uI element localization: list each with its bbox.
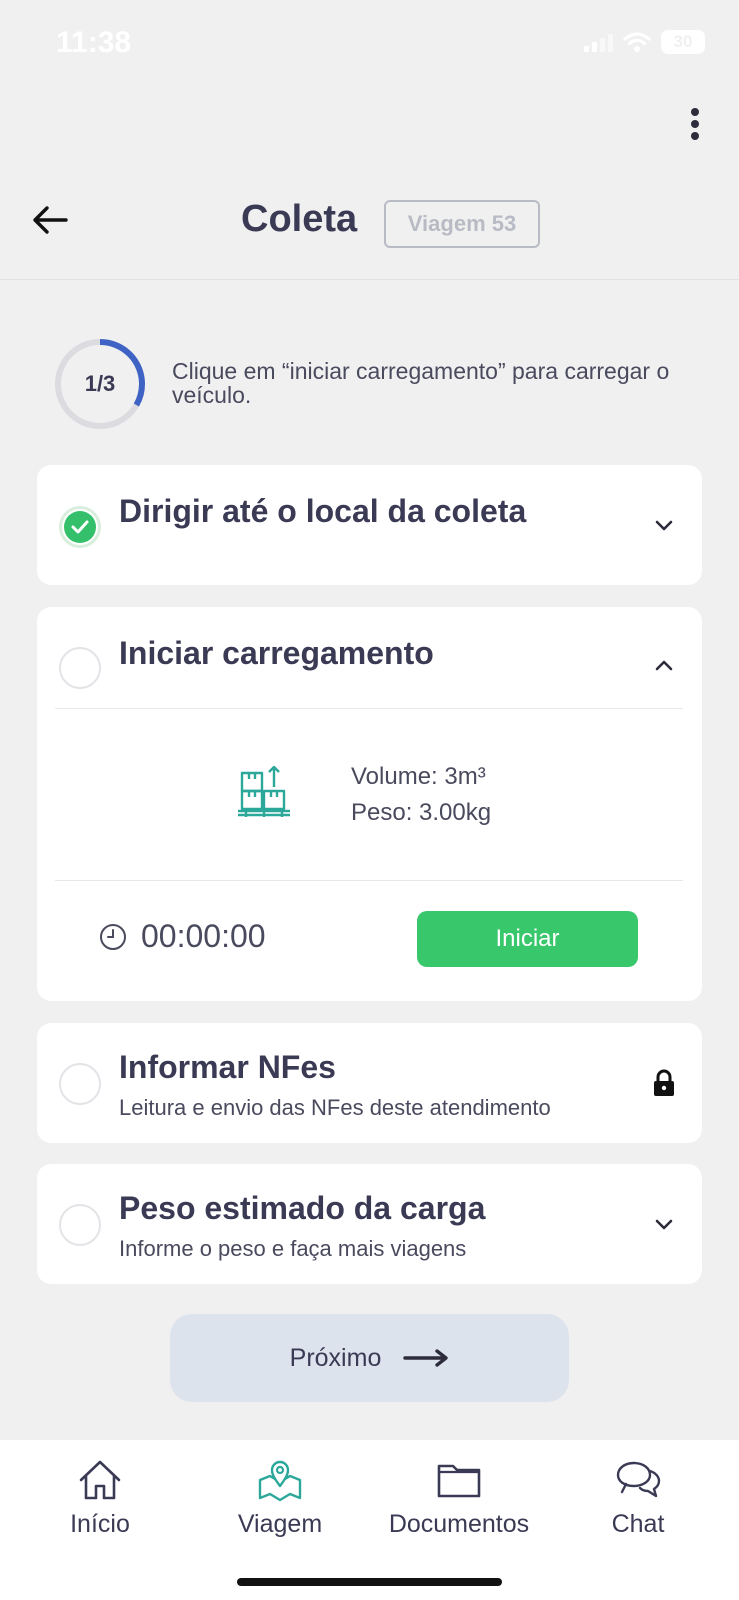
battery-icon: 30 xyxy=(661,30,705,54)
screen: 11:38 30 Coleta Viagem 53 1/3 Clique em xyxy=(0,0,739,1600)
home-indicator xyxy=(237,1578,502,1586)
next-button[interactable]: Próximo xyxy=(170,1314,569,1402)
step-card-weight[interactable]: Peso estimado da carga Informe o peso e … xyxy=(37,1164,702,1284)
divider xyxy=(55,880,683,881)
start-button[interactable]: Iniciar xyxy=(417,911,638,967)
status-icons: 30 xyxy=(584,30,705,54)
step-card-nfes[interactable]: Informar NFes Leitura e envio das NFes d… xyxy=(37,1023,702,1143)
nav-inicio[interactable]: Início xyxy=(10,1456,190,1556)
chat-icon xyxy=(616,1461,661,1498)
nav-chat[interactable]: Chat xyxy=(548,1456,728,1556)
back-button[interactable] xyxy=(30,200,70,240)
nav-documentos[interactable]: Documentos xyxy=(369,1456,549,1556)
header: Coleta Viagem 53 xyxy=(0,180,739,280)
timer-text: 00:00:00 xyxy=(141,918,266,954)
arrow-left-icon xyxy=(33,206,68,234)
nav-label: Documentos xyxy=(388,1510,530,1538)
wifi-icon xyxy=(623,32,651,52)
weight-text: Peso: 3.00kg xyxy=(351,799,492,826)
nav-label: Início xyxy=(70,1510,130,1538)
map-pin-icon xyxy=(258,1460,302,1502)
more-options-button[interactable] xyxy=(685,108,705,140)
clock-icon xyxy=(100,924,126,950)
divider xyxy=(55,708,683,709)
page-title: Coleta xyxy=(241,198,358,240)
chevron-down-icon[interactable] xyxy=(654,1214,674,1234)
folder-icon xyxy=(437,1464,481,1498)
home-icon xyxy=(79,1460,121,1500)
step-title: Informar NFes xyxy=(119,1049,336,1085)
status-time: 11:38 xyxy=(56,26,132,59)
step-check xyxy=(59,1204,101,1246)
arrow-right-icon xyxy=(403,1349,449,1367)
step-subtitle: Leitura e envio das NFes deste atendimen… xyxy=(119,1095,551,1120)
volume-text: Volume: 3m³ xyxy=(351,763,486,790)
trip-badge: Viagem 53 xyxy=(384,200,540,248)
step-card-loading: Iniciar carregamento Volume: 3m³ Peso: 3… xyxy=(37,607,702,1001)
bottom-navigation: Início Viagem Documentos Chat xyxy=(0,1440,739,1600)
step-title: Dirigir até o local da coleta xyxy=(119,493,527,529)
chevron-up-icon[interactable] xyxy=(654,655,674,675)
lock-icon xyxy=(654,1069,674,1096)
step-card-drive[interactable]: Dirigir até o local da coleta xyxy=(37,465,702,585)
step-title: Iniciar carregamento xyxy=(119,635,434,671)
step-check xyxy=(59,1063,101,1105)
step-completed-check xyxy=(59,506,101,548)
progress-label: 1/3 xyxy=(84,371,116,396)
progress-ring: 1/3 xyxy=(54,338,146,430)
step-title: Peso estimado da carga xyxy=(119,1190,486,1226)
chevron-down-icon[interactable] xyxy=(654,515,674,535)
nav-viagem[interactable]: Viagem xyxy=(190,1456,370,1556)
nav-label: Chat xyxy=(611,1510,665,1538)
nav-label: Viagem xyxy=(237,1510,323,1538)
step-check xyxy=(59,647,101,689)
step-subtitle: Informe o peso e faça mais viagens xyxy=(119,1236,467,1261)
check-icon xyxy=(71,520,89,534)
instruction-text: Clique em “iniciar carregamento” para ca… xyxy=(172,358,670,408)
next-button-label: Próximo xyxy=(289,1343,382,1372)
cargo-boxes-icon xyxy=(238,765,290,817)
signal-icon xyxy=(584,32,613,52)
